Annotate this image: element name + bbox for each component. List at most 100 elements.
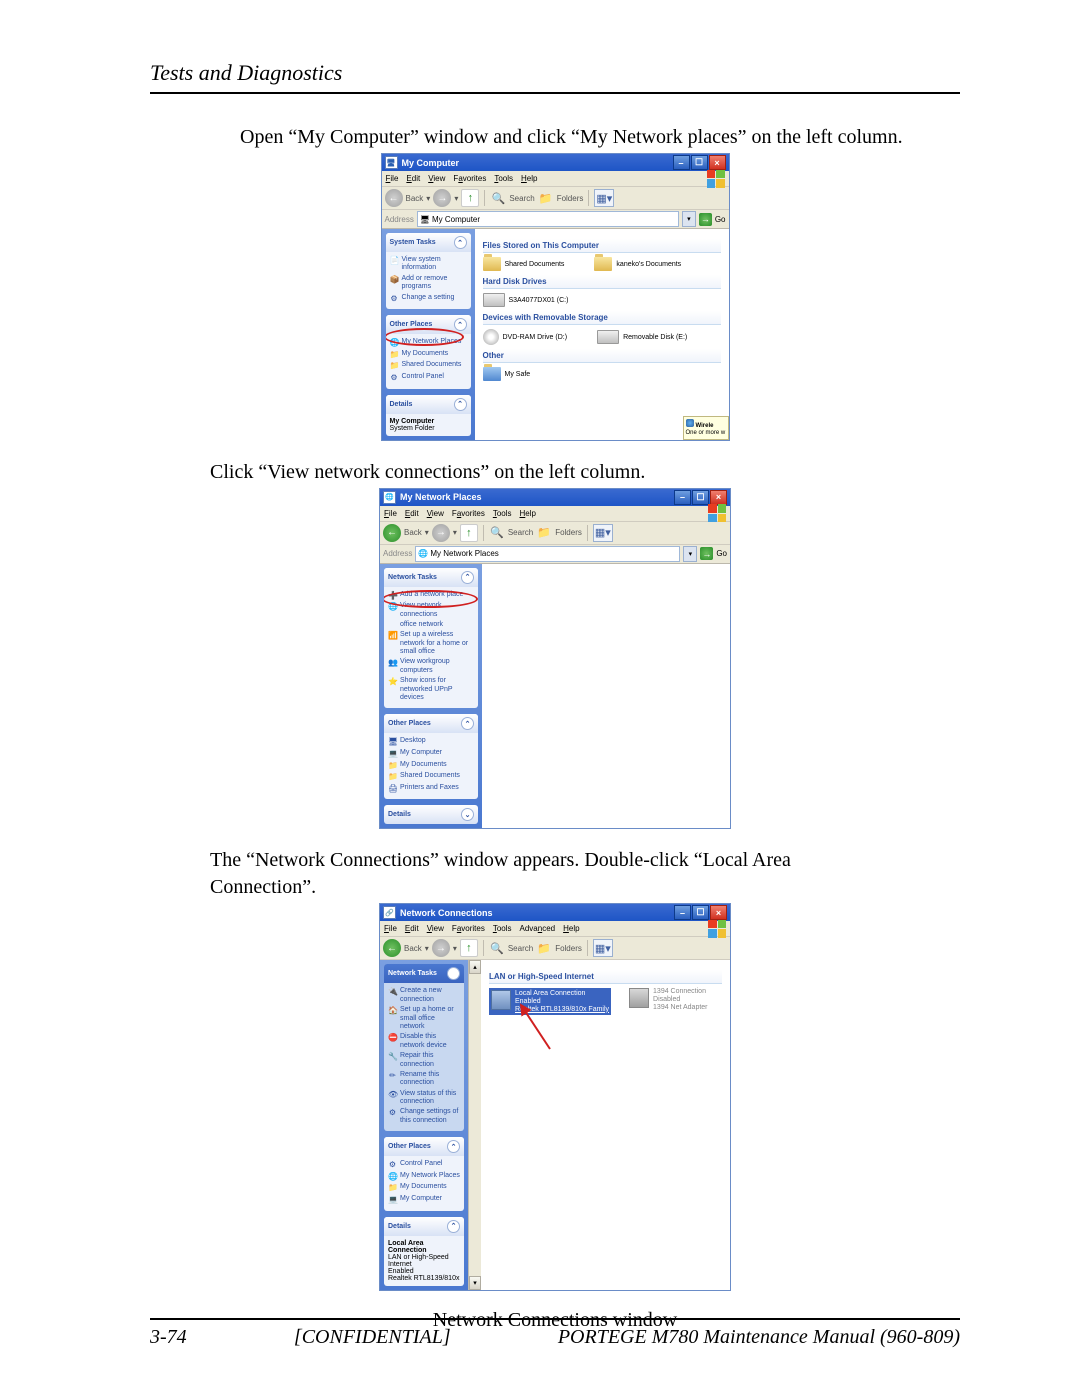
link-my-documents[interactable]: 📁My Documents <box>388 760 474 772</box>
search-icon[interactable]: 🔍 <box>489 940 505 956</box>
link-printers[interactable]: 🖨Printers and Faxes <box>388 783 474 795</box>
menu-help[interactable]: Help <box>521 174 537 183</box>
link-my-documents[interactable]: 📁My Documents <box>390 349 467 361</box>
views-button[interactable]: ▦▾ <box>593 524 613 542</box>
menu-file[interactable]: File <box>384 509 397 518</box>
drive-c[interactable]: S3A4077DX01 (C:) <box>483 293 569 307</box>
my-safe[interactable]: My Safe <box>483 367 531 381</box>
menu-advanced[interactable]: Advanced <box>520 924 556 933</box>
maximize-button[interactable]: ☐ <box>692 905 709 920</box>
address-field[interactable]: 🌐My Network Places <box>415 546 680 562</box>
1394-connection[interactable]: 1394 Connection Disabled 1394 Net Adapte… <box>629 988 708 1015</box>
back-button[interactable]: ← <box>383 524 401 542</box>
menu-tools[interactable]: Tools <box>493 509 512 518</box>
minimize-button[interactable]: – <box>673 155 690 170</box>
search-icon[interactable]: 🔍 <box>489 525 505 541</box>
task-view-status[interactable]: 👁View status of this connection <box>388 1089 460 1108</box>
link-desktop[interactable]: 🖥Desktop <box>388 736 474 748</box>
menu-edit[interactable]: Edit <box>405 924 419 933</box>
titlebar[interactable]: 🖥 My Computer – ☐ × <box>382 154 729 171</box>
link-control-panel[interactable]: ⚙Control Panel <box>388 1159 460 1171</box>
step2-text: Click “View network connections” on the … <box>210 459 880 486</box>
forward-button[interactable]: → <box>432 524 450 542</box>
local-area-connection[interactable]: Local Area Connection Enabled Realtek RT… <box>489 988 611 1015</box>
go-button[interactable]: → <box>700 547 713 560</box>
menu-favorites[interactable]: Favorites <box>452 924 485 933</box>
link-my-computer[interactable]: 💻My Computer <box>388 748 474 760</box>
menu-edit[interactable]: Edit <box>406 174 420 183</box>
maximize-button[interactable]: ☐ <box>691 155 708 170</box>
forward-button[interactable]: → <box>433 189 451 207</box>
user-documents[interactable]: kaneko's Documents <box>594 257 681 271</box>
task-setup-wireless[interactable]: 📶Set up a wireless network for a home or… <box>388 630 474 657</box>
sidebar: Network Tasks⌃ ➕Add a network place 🌐Vie… <box>380 564 482 829</box>
back-button[interactable]: ← <box>385 189 403 207</box>
up-button[interactable]: ↑ <box>460 524 478 542</box>
task-change-setting[interactable]: ⚙Change a setting <box>390 293 467 305</box>
titlebar[interactable]: 🌐 My Network Places – ☐ × <box>380 489 730 506</box>
removable-disk[interactable]: Removable Disk (E:) <box>597 329 687 345</box>
close-button[interactable]: × <box>709 155 726 170</box>
notification-balloon[interactable]: WireleOne or more w <box>683 416 729 439</box>
menu-favorites[interactable]: Favorites <box>453 174 486 183</box>
menu-view[interactable]: View <box>427 924 444 933</box>
search-icon[interactable]: 🔍 <box>490 190 506 206</box>
task-add-network-place[interactable]: ➕Add a network place <box>388 590 474 602</box>
task-view-network-connections[interactable]: 🌐View network connections <box>388 601 474 620</box>
link-shared-documents[interactable]: 📁Shared Documents <box>388 771 474 783</box>
titlebar[interactable]: 🔗 Network Connections – ☐ × <box>380 904 730 921</box>
menu-view[interactable]: View <box>427 509 444 518</box>
menu-edit[interactable]: Edit <box>405 509 419 518</box>
address-field[interactable]: 🖥My Computer <box>417 211 679 227</box>
folders-icon[interactable]: 📁 <box>538 190 554 206</box>
forward-button[interactable]: → <box>432 939 450 957</box>
folders-icon[interactable]: 📁 <box>536 940 552 956</box>
task-repair-connection[interactable]: 🔧Repair this connection <box>388 1051 460 1070</box>
task-add-remove[interactable]: 📦Add or remove programs <box>390 274 467 293</box>
task-view-workgroup[interactable]: 👥View workgroup computers <box>388 657 474 676</box>
menu-help[interactable]: Help <box>563 924 579 933</box>
chevron-icon[interactable]: ⌃ <box>454 236 467 249</box>
minimize-button[interactable]: – <box>674 490 691 505</box>
back-button[interactable]: ← <box>383 939 401 957</box>
address-dropdown[interactable]: ▾ <box>682 211 696 227</box>
menu-help[interactable]: Help <box>520 509 536 518</box>
task-disable-device[interactable]: ⛔Disable this network device <box>388 1032 460 1051</box>
link-my-documents[interactable]: 📁My Documents <box>388 1182 460 1194</box>
task-view-sysinfo[interactable]: 📄View system information <box>390 255 467 274</box>
link-my-network-places[interactable]: 🌐My Network Places <box>390 337 467 349</box>
go-button[interactable]: → <box>699 213 712 226</box>
link-shared-documents[interactable]: 📁Shared Documents <box>390 360 467 372</box>
menubar: File Edit View Favorites Tools Help <box>382 171 729 187</box>
menu-tools[interactable]: Tools <box>493 924 512 933</box>
link-my-computer[interactable]: 💻My Computer <box>388 1194 460 1206</box>
task-rename-connection[interactable]: ✏Rename this connection <box>388 1070 460 1089</box>
task-office-network[interactable]: office network <box>388 620 474 630</box>
scroll-down-button[interactable]: ▾ <box>469 1276 481 1290</box>
menu-file[interactable]: File <box>384 924 397 933</box>
up-button[interactable]: ↑ <box>460 939 478 957</box>
task-show-upnp[interactable]: ⭐Show icons for networked UPnP devices <box>388 676 474 703</box>
menu-file[interactable]: File <box>386 174 399 183</box>
views-button[interactable]: ▦▾ <box>594 189 614 207</box>
menu-view[interactable]: View <box>428 174 445 183</box>
link-my-network-places[interactable]: 🌐My Network Places <box>388 1171 460 1183</box>
menu-favorites[interactable]: Favorites <box>452 509 485 518</box>
shared-documents[interactable]: Shared Documents <box>483 257 565 271</box>
task-create-connection[interactable]: 🔌Create a new connection <box>388 986 460 1005</box>
maximize-button[interactable]: ☐ <box>692 490 709 505</box>
task-change-settings[interactable]: ⚙Change settings of this connection <box>388 1107 460 1126</box>
scroll-up-button[interactable]: ▴ <box>469 960 481 974</box>
link-control-panel[interactable]: ⚙Control Panel <box>390 372 467 384</box>
folders-icon[interactable]: 📁 <box>536 525 552 541</box>
up-button[interactable]: ↑ <box>461 189 479 207</box>
minimize-button[interactable]: – <box>674 905 691 920</box>
sidebar-scrollbar[interactable]: ▴ ▾ <box>468 960 481 1289</box>
close-button[interactable]: × <box>710 490 727 505</box>
dvd-drive[interactable]: DVD-RAM Drive (D:) <box>483 329 568 345</box>
menu-tools[interactable]: Tools <box>494 174 513 183</box>
task-setup-home-network[interactable]: 🏠Set up a home or small office network <box>388 1005 460 1032</box>
sidebar: System Tasks⌃ 📄View system information 📦… <box>382 229 475 440</box>
close-button[interactable]: × <box>710 905 727 920</box>
views-button[interactable]: ▦▾ <box>593 939 613 957</box>
